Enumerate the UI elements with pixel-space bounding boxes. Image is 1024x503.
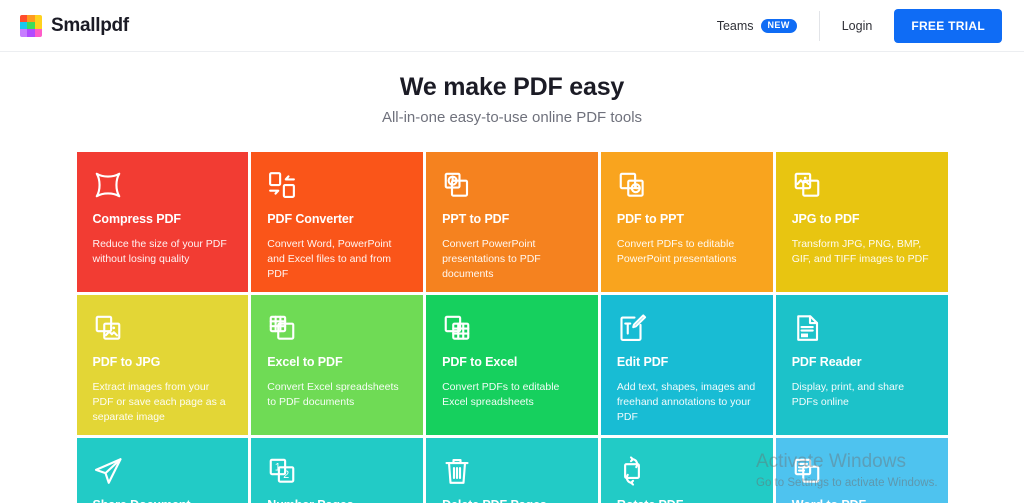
tool-tile-title: Delete PDF Pages (442, 498, 582, 503)
tool-tile-title: Word to PDF (792, 498, 932, 503)
svg-text:2: 2 (284, 469, 290, 481)
brand-logo[interactable]: Smallpdf (20, 14, 129, 37)
convert-icon (267, 170, 407, 204)
tool-tile[interactable]: 12Number PagesInsert page numbers in PDF… (251, 438, 424, 503)
tool-tile[interactable]: Share DocumentShare a document via email… (76, 438, 249, 503)
tool-tile[interactable]: PDF to JPG Extract images from your PDF o… (76, 295, 249, 435)
pdf-to-ppt-icon (617, 170, 757, 204)
jpg-to-pdf-icon (792, 170, 932, 204)
logo-swatch (34, 14, 42, 22)
tool-tile-description: Convert Word, PowerPoint and Excel files… (267, 238, 392, 280)
tool-tile-title: PPT to PDF (442, 212, 510, 226)
logo-swatch (34, 29, 42, 37)
tool-tile[interactable]: Edit PDF Add text, shapes, images and fre… (600, 295, 773, 435)
nav-teams-label: Teams (716, 18, 754, 33)
tool-tile[interactable]: Rotate PDFRotate one or all pages in you… (600, 438, 773, 503)
page-title: We make PDF easy (399, 73, 625, 101)
tool-tile[interactable]: Word to PDFConvert Word documents to PDF (775, 438, 948, 503)
logo-swatch (34, 21, 42, 30)
tool-tile[interactable]: PDF to PPT Convert PDFs to editable Power… (600, 152, 773, 292)
tool-tile-description: Convert PowerPoint presentations to PDF … (442, 238, 541, 280)
logo-swatch (27, 21, 35, 30)
logo-swatch (27, 14, 35, 22)
tool-tile-title: Number Pages (267, 498, 407, 503)
tool-tile-description: Convert Excel spreadsheets to PDF docume… (267, 381, 399, 408)
pdf-reader-icon (792, 313, 932, 347)
number-pages-icon: 12 (267, 456, 407, 490)
tool-tile-title: Share Document (93, 498, 233, 503)
tool-tile-description: Display, print, and share PDFs online (791, 381, 905, 408)
tool-tile[interactable]: Delete PDF PagesRemove one or multiple (426, 438, 598, 503)
tool-tile-title: PDF Converter (267, 212, 354, 226)
logo-swatch (20, 29, 28, 37)
tool-tile-title: PDF Reader (791, 355, 862, 369)
tool-tile-description: Transform JPG, PNG, BMP, GIF, and TIFF i… (791, 238, 929, 265)
tool-tile-description: Extract images from your PDF or save eac… (92, 381, 226, 423)
edit-pdf-icon (617, 313, 757, 347)
svg-text:1: 1 (275, 462, 281, 474)
ppt-to-pdf-icon (442, 170, 582, 204)
tool-tile-title: PDF to PPT (616, 212, 684, 226)
tool-tile-description: Convert PDFs to editable Excel spreadshe… (442, 381, 560, 408)
brand-name: Smallpdf (51, 14, 129, 36)
teams-new-badge: NEW (760, 18, 797, 33)
tool-tile-title: Excel to PDF (267, 355, 343, 369)
tool-tile-title: Rotate PDF (617, 498, 757, 503)
delete-pages-icon (442, 456, 582, 490)
tool-tile-title: JPG to PDF (791, 212, 860, 226)
word-to-pdf-icon (792, 456, 932, 490)
hero-section: We make PDF easy All-in-one easy-to-use … (0, 52, 1024, 126)
page-subtitle: All-in-one easy-to-use online PDF tools (381, 109, 643, 126)
tool-tile-description: Convert PDFs to editable PowerPoint pres… (616, 238, 737, 265)
tool-tile-title: PDF to JPG (92, 355, 161, 369)
tool-tile-title: Edit PDF (616, 355, 669, 369)
nav-item-login[interactable]: Login (820, 19, 895, 33)
tool-tile[interactable]: PPT to PDF Convert PowerPoint presentatio… (426, 152, 598, 292)
logo-swatch (27, 29, 35, 37)
tool-tile-title: PDF to Excel (442, 355, 518, 369)
tool-tile[interactable]: PDF Converter Convert Word, PowerPoint an… (251, 152, 424, 292)
compress-icon (93, 170, 233, 204)
tool-tile[interactable]: Compress PDF Reduce the size of your PDF … (76, 152, 249, 292)
tool-tile[interactable]: JPG to PDF Transform JPG, PNG, BMP, GIF, … (775, 152, 948, 292)
pdf-to-excel-icon (442, 313, 582, 347)
logo-swatch (20, 14, 28, 22)
page-root: Smallpdf Teams NEW Login FREE TRIAL We m… (0, 0, 1024, 503)
tool-tile-title: Compress PDF (92, 212, 182, 226)
rotate-pdf-icon (617, 456, 757, 490)
tool-tile[interactable]: PDF to Excel Convert PDFs to editable Exc… (426, 295, 598, 435)
tool-grid: Compress PDF Reduce the size of your PDF … (76, 152, 948, 503)
tool-tile-description: Reduce the size of your PDF without losi… (92, 238, 227, 265)
pdf-to-jpg-icon (93, 313, 233, 347)
header-nav: Teams NEW Login FREE TRIAL (717, 0, 1002, 51)
smallpdf-logo-icon (20, 14, 42, 37)
free-trial-button[interactable]: FREE TRIAL (894, 8, 1002, 43)
excel-to-pdf-icon (267, 313, 407, 347)
nav-item-teams[interactable]: Teams NEW (716, 18, 819, 33)
share-document-icon (93, 456, 233, 490)
tool-tile[interactable]: Excel to PDF Convert Excel spreadsheets t… (251, 295, 424, 435)
logo-swatch (20, 21, 28, 30)
site-header: Smallpdf Teams NEW Login FREE TRIAL (0, 0, 1024, 52)
tool-tile-description: Add text, shapes, images and freehand an… (616, 381, 756, 423)
tool-tile[interactable]: PDF Reader Display, print, and share PDFs… (775, 295, 948, 435)
